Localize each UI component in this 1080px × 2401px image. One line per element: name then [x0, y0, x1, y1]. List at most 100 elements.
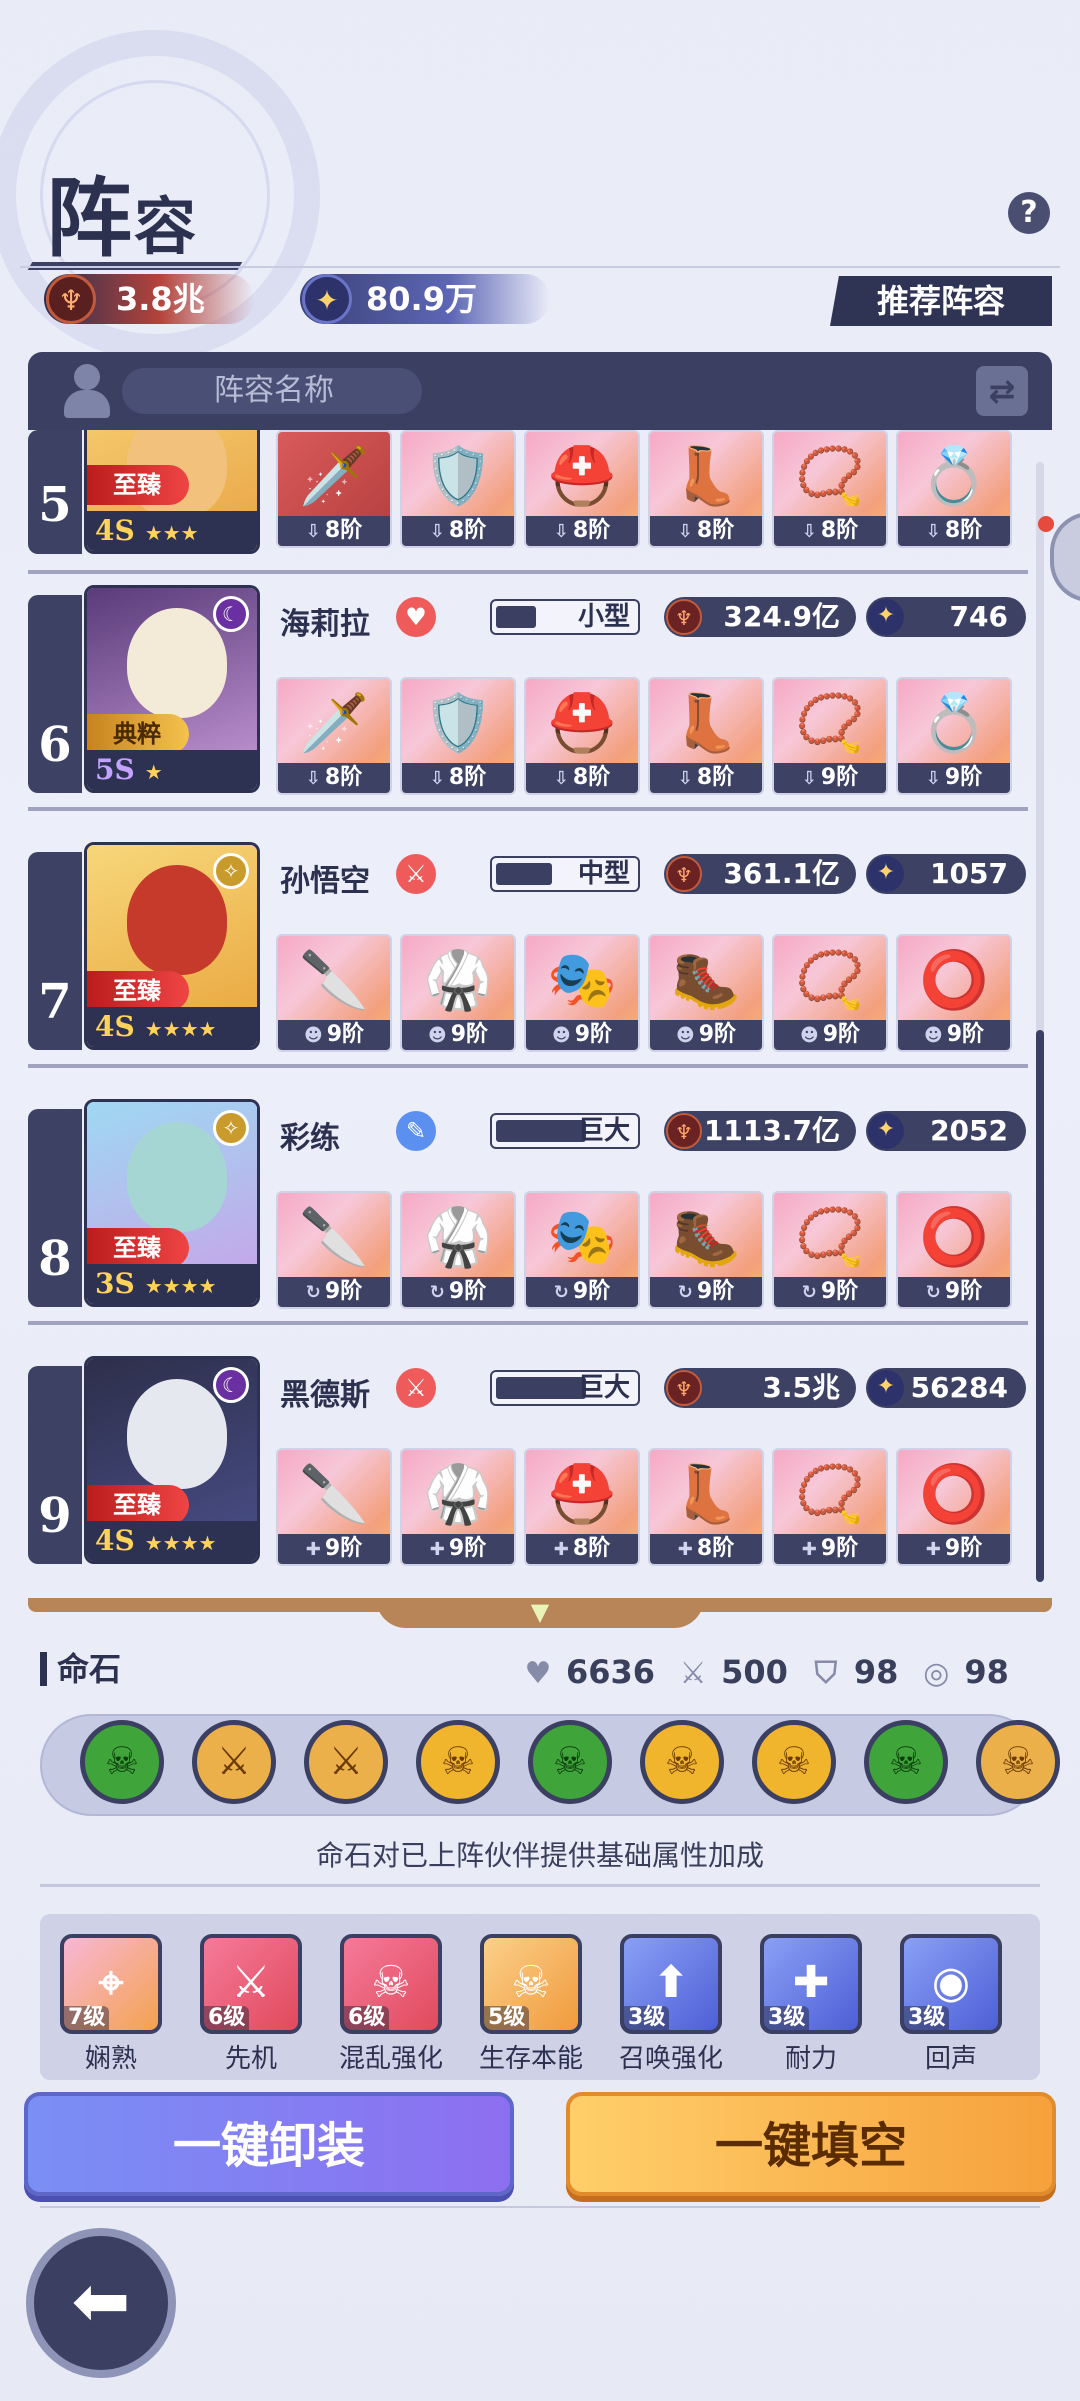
boots-slot[interactable]: 🥾 ☻ 9阶 — [648, 934, 764, 1052]
help-button[interactable]: ? — [1008, 192, 1050, 234]
gem-slot-skull-icon[interactable]: ☠ — [976, 1720, 1060, 1804]
helmet-slot[interactable]: ⛑️ ⇩ 8阶 — [524, 430, 640, 548]
skill-name: 生存本能 — [478, 2044, 583, 2074]
skill-name: 先机 — [224, 2044, 277, 2074]
necklace-slot[interactable]: 📿 ↻ 9阶 — [772, 1191, 888, 1309]
gem-slot-skull-icon[interactable]: ☠ — [640, 1720, 724, 1804]
unequip-all-button[interactable]: 一键卸装 — [24, 2092, 514, 2196]
necklace-icon: 📿 — [795, 1462, 865, 1527]
armor-slot[interactable]: 🛡️ ⇩ 8阶 — [400, 430, 516, 548]
boots-slot[interactable]: 🥾 ↻ 9阶 — [648, 1191, 764, 1309]
hero-portrait[interactable]: 至臻 4S ★★★ — [84, 430, 260, 554]
gem-slot-sword-icon[interactable]: ⚔ — [192, 1720, 276, 1804]
weapon-slot[interactable]: 🔪 ☻ 9阶 — [276, 934, 392, 1052]
notification-dot — [1038, 516, 1054, 532]
equipment-row: 🔪 ↻ 9阶 🥋 ↻ 9阶 🎭 ↻ 9阶 🥾 ↻ 9阶 📿 ↻ 9阶 ⭕ ↻ 9阶 — [276, 1191, 1012, 1309]
skill-item[interactable]: ⌖ 7级 娴熟 — [60, 1934, 162, 2075]
boots-slot[interactable]: 👢 ⇩ 8阶 — [648, 430, 764, 548]
armor-slot[interactable]: 🥋 ☻ 9阶 — [400, 934, 516, 1052]
armor-slot[interactable]: 🛡️ ⇩ 8阶 — [400, 677, 516, 795]
skill-item[interactable]: ◉ 3级 回声 — [900, 1934, 1002, 2075]
armor-slot[interactable]: 🥋 ↻ 9阶 — [400, 1191, 516, 1309]
rarity-tag: 至臻 — [87, 1228, 189, 1268]
hero-portrait[interactable]: ✧ 至臻 4S ★★★★ — [84, 842, 260, 1050]
hero-portrait[interactable]: ☾ 至臻 4S ★★★★ — [84, 1356, 260, 1564]
skill-item[interactable]: ⬆ 3级 召唤强化 — [619, 1934, 723, 2075]
weapon-slot[interactable]: 🗡️ ⇩ 8阶 — [276, 677, 392, 795]
gem-slot-skull-icon[interactable]: ☠ — [528, 1720, 612, 1804]
weapon-slot[interactable]: 🗡️ ⇩ 8阶 — [276, 430, 392, 548]
boots-slot[interactable]: 👢 ✚ 8阶 — [648, 1448, 764, 1566]
swap-icon[interactable]: ⇄ — [976, 366, 1028, 416]
helmet-slot[interactable]: ⛑️ ✚ 8阶 — [524, 1448, 640, 1566]
gem-slot-skull-icon[interactable]: ☠ — [80, 1720, 164, 1804]
hero-row-7[interactable]: 7 ✧ 至臻 4S ★★★★ 孙悟空 ⚔ 中型 ♆ 361.1亿 ✦ 1057 🔪 ☻ 9… — [28, 842, 1028, 1082]
hero-name: 孙悟空 — [280, 864, 370, 899]
boots-icon: 🥾 — [671, 1205, 741, 1270]
hero-row-6[interactable]: 6 ☾ 典粹 5S ★ 海莉拉 ♥ 小型 ♆ 324.9亿 ✦ 746 🗡️ ⇩ 8阶 🛡… — [28, 585, 1028, 825]
slot-number: 5 — [28, 430, 82, 554]
side-drawer-handle[interactable] — [1050, 512, 1080, 602]
ring-slot[interactable]: ⭕ ↻ 9阶 — [896, 1191, 1012, 1309]
ring-slot[interactable]: 💍 ⇩ 9阶 — [896, 677, 1012, 795]
hero-name: 彩练 — [280, 1121, 340, 1156]
necklace-slot[interactable]: 📿 ☻ 9阶 — [772, 934, 888, 1052]
star-icon: ✦ — [868, 856, 904, 892]
hero-power: ♆ 361.1亿 — [664, 854, 856, 894]
combat-power-badge: ♆ 3.8兆 — [44, 274, 254, 324]
back-arrow-icon[interactable]: ⬅ — [26, 2228, 176, 2378]
hero-stars: 4S ★★★★ — [87, 1521, 257, 1561]
scrollbar-thumb[interactable] — [1036, 1030, 1044, 1582]
hero-power: ♆ 3.5兆 — [664, 1368, 856, 1408]
footer-divider — [40, 2206, 1040, 2208]
chevron-down-icon[interactable]: ▼ — [520, 1600, 560, 1624]
weapon-slot[interactable]: 🔪 ✚ 9阶 — [276, 1448, 392, 1566]
ring-slot[interactable]: 💍 ⇩ 8阶 — [896, 430, 1012, 548]
ring-slot[interactable]: ⭕ ☻ 9阶 — [896, 934, 1012, 1052]
slot-number: 8 — [28, 1109, 82, 1307]
hero-row-8[interactable]: 8 ✧ 至臻 3S ★★★★ 彩练 ✎ 巨大 ♆ 1113.7亿 ✦ 2052 🔪 ↻ 9… — [28, 1099, 1028, 1339]
gem-slot-skull-icon[interactable]: ☠ — [416, 1720, 500, 1804]
hero-portrait[interactable]: ☾ 典粹 5S ★ — [84, 585, 260, 793]
ring-icon: ⭕ — [919, 948, 989, 1013]
hero-row-5[interactable]: 5 至臻 4S ★★★ 🗡️ ⇩ 8阶 🛡️ ⇩ 8阶 ⛑️ ⇩ 8阶 👢 ⇩ 8阶 📿 ⇩ 8阶 💍… — [28, 430, 1028, 574]
lineup-name-field[interactable]: 阵容名称 — [122, 368, 422, 414]
swirl-icon: ◎ — [923, 1656, 950, 1691]
boots-slot[interactable]: 👢 ⇩ 8阶 — [648, 677, 764, 795]
helmet-slot[interactable]: 🎭 ☻ 9阶 — [524, 934, 640, 1052]
rarity-tag: 典粹 — [87, 714, 189, 754]
recommend-lineup-button[interactable]: 推荐阵容 — [830, 276, 1052, 326]
armor-slot[interactable]: 🥋 ✚ 9阶 — [400, 1448, 516, 1566]
ring-slot[interactable]: ⭕ ✚ 9阶 — [896, 1448, 1012, 1566]
auto-fill-button[interactable]: 一键填空 — [566, 2092, 1056, 2196]
level-total-badge: ✦ 80.9万 — [300, 274, 550, 324]
equipment-row: 🗡️ ⇩ 8阶 🛡️ ⇩ 8阶 ⛑️ ⇩ 8阶 👢 ⇩ 8阶 📿 ⇩ 9阶 💍 ⇩ 9阶 — [276, 677, 1012, 795]
hero-portrait[interactable]: ✧ 至臻 3S ★★★★ — [84, 1099, 260, 1307]
necklace-slot[interactable]: 📿 ✚ 9阶 — [772, 1448, 888, 1566]
necklace-icon: 📿 — [795, 444, 865, 509]
skill-item[interactable]: ⚔ 6级 先机 — [200, 1934, 302, 2075]
armor-icon: 🥋 — [423, 948, 493, 1013]
hero-row-9[interactable]: 9 ☾ 至臻 4S ★★★★ 黑德斯 ⚔ 巨大 ♆ 3.5兆 ✦ 56284 🔪 ✚ 9阶… — [28, 1356, 1028, 1592]
gem-slot-sword-icon[interactable]: ⚔ — [304, 1720, 388, 1804]
magic-type-icon: ✎ — [396, 1111, 436, 1151]
skill-item[interactable]: ✚ 3级 耐力 — [760, 1934, 862, 2075]
skill-item[interactable]: ☠ 6级 混乱强化 — [339, 1934, 443, 2075]
faction-icon: ☾ — [213, 596, 249, 632]
ring-icon: 💍 — [919, 444, 989, 509]
helmet-slot[interactable]: ⛑️ ⇩ 8阶 — [524, 677, 640, 795]
size-indicator: 巨大 — [490, 1370, 640, 1406]
faction-icon: ✧ — [213, 1110, 249, 1146]
row-separator — [28, 1064, 1028, 1068]
necklace-slot[interactable]: 📿 ⇩ 8阶 — [772, 430, 888, 548]
helmet-slot[interactable]: 🎭 ↻ 9阶 — [524, 1191, 640, 1309]
weapon-slot[interactable]: 🔪 ↻ 9阶 — [276, 1191, 392, 1309]
gem-slot-skull-icon[interactable]: ☠ — [752, 1720, 836, 1804]
gem-slot-skull-icon[interactable]: ☠ — [864, 1720, 948, 1804]
sword-icon: ⚔ — [679, 1656, 707, 1691]
necklace-slot[interactable]: 📿 ⇩ 9阶 — [772, 677, 888, 795]
gem-note: 命石对已上阵伙伴提供基础属性加成 — [315, 1839, 764, 1872]
skill-item[interactable]: ☠ 5级 生存本能 — [479, 1934, 583, 2075]
dagger-icon: 🔪 — [299, 1462, 369, 1527]
hero-list[interactable]: 5 至臻 4S ★★★ 🗡️ ⇩ 8阶 🛡️ ⇩ 8阶 ⛑️ ⇩ 8阶 👢 ⇩ 8阶 📿 ⇩ 8阶 💍… — [28, 430, 1052, 1592]
